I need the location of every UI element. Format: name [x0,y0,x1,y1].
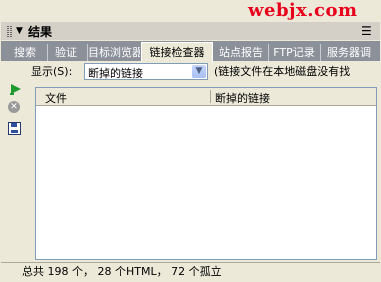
chevron-down-icon[interactable]: ▼ [192,65,206,78]
status-text: 总共 198 个， 28 个HTML， 72 个孤立 [22,265,222,278]
results-table[interactable]: 文件 断掉的链接 [35,87,377,260]
table-header: 文件 断掉的链接 [36,88,376,106]
collapse-triangle-icon[interactable]: ▼ [16,26,23,36]
stop-icon[interactable]: ✕ [8,101,20,113]
hint-text: (链接文件在本地磁盘没有找 [214,65,351,78]
panel-titlebar[interactable] [1,22,380,40]
column-divider[interactable] [210,90,211,103]
grip-icon[interactable] [10,26,12,37]
tab-server-debug[interactable]: 服务器调 [320,44,377,61]
tab-ftp-log[interactable]: FTP记录 [268,44,319,61]
tab-site-report[interactable]: 站点报告 [215,44,267,61]
save-icon[interactable] [8,122,21,135]
show-label: 显示(S): [31,65,73,78]
tab-link-checker[interactable]: 链接检查器 [141,42,213,63]
show-select-value: 断掉的链接 [88,67,143,80]
menu-icon[interactable]: ☰ [361,24,372,38]
panel-title: 结果 [28,25,53,39]
tab-target-browser[interactable]: 目标浏览器 [87,44,140,61]
column-header-broken-link[interactable]: 断掉的链接 [215,90,270,106]
watermark: webjx.com [248,0,358,21]
show-select[interactable]: 断掉的链接 ▼ [84,63,208,80]
tab-validate[interactable]: 验证 [47,44,84,61]
play-icon[interactable] [10,83,22,98]
tab-bar: 搜索 验证 目标浏览器 链接检查器 站点报告 FTP记录 服务器调 [1,41,380,63]
grip-icon[interactable] [7,26,9,37]
column-header-file[interactable]: 文件 [45,90,67,106]
tab-search[interactable]: 搜索 [6,44,44,61]
